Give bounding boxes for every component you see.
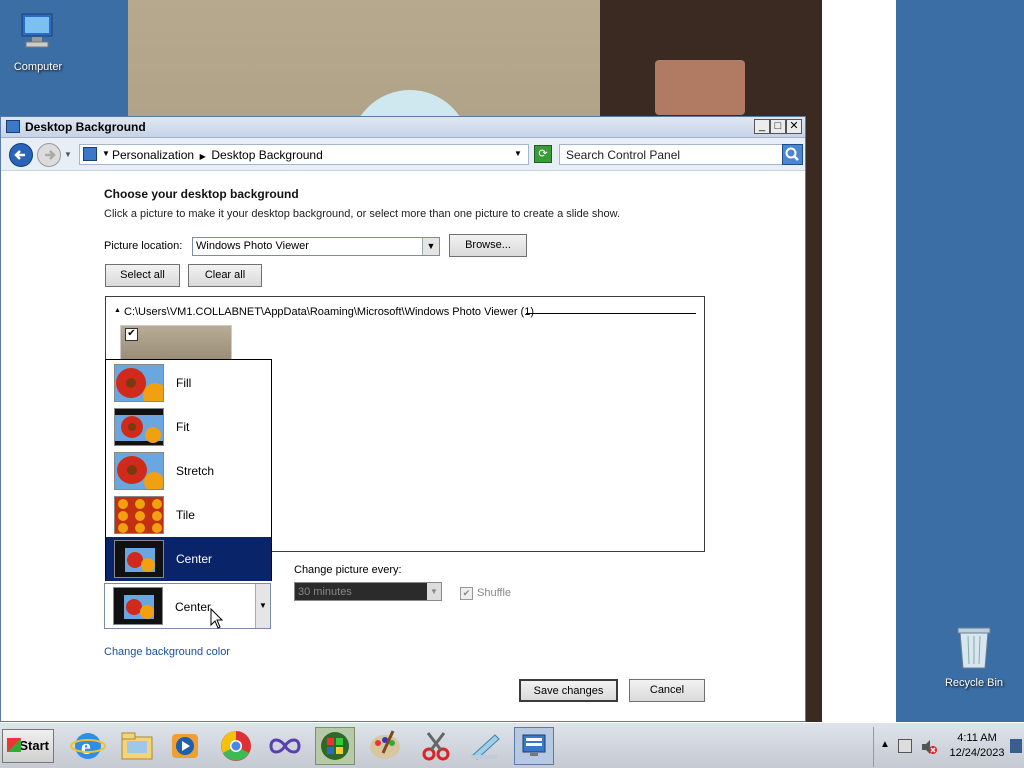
position-option-center[interactable]: Center <box>106 537 271 581</box>
cancel-button[interactable]: Cancel <box>629 679 705 702</box>
network-icon[interactable] <box>898 739 912 753</box>
picture-location-value: Windows Photo Viewer <box>196 240 309 252</box>
forward-button[interactable] <box>37 143 61 167</box>
show-hidden-icons-icon[interactable]: ▲ <box>880 739 890 750</box>
wallpaper-detail <box>655 60 745 115</box>
notification-area: ▲ 4:11 AM 12/24/2023 <box>873 727 1024 767</box>
notepad-icon[interactable] <box>465 727 505 765</box>
position-option-label: Center <box>176 552 213 566</box>
chevron-down-icon[interactable]: ▼ <box>255 584 270 628</box>
title-bar[interactable]: Desktop Background _ □ ✕ <box>1 117 805 138</box>
folder-path: C:\Users\VM1.COLLABNET\AppData\Roaming\M… <box>124 306 540 318</box>
recent-pages-chevron-icon[interactable]: ▼ <box>64 150 72 159</box>
picture-position-select[interactable]: Center ▼ <box>104 583 271 629</box>
desktop-icon-computer[interactable]: Computer <box>3 10 73 73</box>
wallpaper-strip <box>822 0 896 722</box>
control-panel-icon <box>83 147 97 161</box>
mouse-cursor-icon <box>210 607 224 633</box>
center-preview-icon <box>114 540 164 578</box>
media-player-icon[interactable] <box>165 727 205 765</box>
start-label: Start <box>19 738 49 753</box>
navigation-bar: ▼ ▼ Personalization ▶ Desktop Background… <box>1 138 805 171</box>
forward-arrow-icon <box>45 150 56 160</box>
picture-position-value: Center <box>175 600 212 614</box>
position-option-label: Fit <box>176 420 190 434</box>
paint-icon[interactable] <box>365 727 405 765</box>
close-button[interactable]: ✕ <box>786 119 802 134</box>
volume-muted-icon[interactable] <box>920 738 938 759</box>
breadcrumb-item-personalization[interactable]: Personalization <box>112 148 194 162</box>
page-title: Choose your desktop background <box>104 187 299 201</box>
recycle-bin-icon <box>939 624 1009 673</box>
search-icon <box>785 147 799 161</box>
stretch-preview-icon <box>114 452 164 490</box>
window-title: Desktop Background <box>25 120 146 134</box>
address-bar[interactable]: ▼ Personalization ▶ Desktop Background ▼ <box>79 144 529 165</box>
tile-preview-icon <box>114 496 164 534</box>
address-dropdown-icon[interactable]: ▼ <box>514 149 522 158</box>
picture-position-dropdown: Fill Fit Stretch Tile Center <box>105 359 272 581</box>
breadcrumb: Personalization ▶ Desktop Background <box>112 148 323 162</box>
search-button[interactable] <box>782 144 803 165</box>
picture-location-label: Picture location: <box>104 240 183 252</box>
windows-icon[interactable] <box>315 727 355 765</box>
breadcrumb-separator-icon[interactable]: ▶ <box>197 152 208 161</box>
position-option-fit[interactable]: Fit <box>106 405 271 449</box>
change-picture-value: 30 minutes <box>298 586 352 598</box>
folder-divider <box>526 313 696 314</box>
picture-location-select[interactable]: Windows Photo Viewer ▼ <box>192 237 440 256</box>
change-picture-label: Change picture every: <box>294 564 402 576</box>
internet-explorer-icon[interactable]: e <box>68 727 108 765</box>
desktop-icon-label: Recycle Bin <box>944 677 1004 689</box>
minimize-button[interactable]: _ <box>754 119 770 134</box>
save-changes-button[interactable]: Save changes <box>519 679 618 702</box>
back-button[interactable] <box>9 143 33 167</box>
position-option-label: Tile <box>176 508 195 522</box>
change-background-color-link[interactable]: Change background color <box>104 646 230 658</box>
position-option-stretch[interactable]: Stretch <box>106 449 271 493</box>
show-desktop-button[interactable] <box>1010 739 1022 753</box>
position-option-tile[interactable]: Tile <box>106 493 271 537</box>
back-arrow-icon <box>14 150 25 160</box>
fit-preview-icon <box>114 408 164 446</box>
collapse-icon[interactable]: ▲ <box>114 307 121 314</box>
svg-text:e: e <box>81 734 91 759</box>
breadcrumb-chevron-icon[interactable]: ▼ <box>102 149 110 158</box>
refresh-icon[interactable]: ⟳ <box>534 145 552 163</box>
clock-time[interactable]: 4:11 AM <box>946 732 1008 744</box>
fill-preview-icon <box>114 364 164 402</box>
computer-icon <box>3 10 73 57</box>
shuffle-checkbox[interactable]: ✔ <box>460 587 473 600</box>
thumbnail-checkbox[interactable]: ✔ <box>125 328 138 341</box>
position-option-label: Stretch <box>176 464 215 478</box>
center-preview-icon <box>113 587 163 625</box>
desktop-icon-label: Computer <box>13 61 63 73</box>
page-description: Click a picture to make it your desktop … <box>104 208 621 220</box>
control-panel-icon <box>6 120 20 133</box>
chrome-icon[interactable] <box>216 727 256 765</box>
clear-all-button[interactable]: Clear all <box>188 264 262 287</box>
select-all-button[interactable]: Select all <box>105 264 180 287</box>
search-input[interactable]: Search Control Panel <box>559 144 783 165</box>
windows-explorer-icon[interactable] <box>117 727 157 765</box>
clock-date[interactable]: 12/24/2023 <box>946 747 1008 759</box>
chevron-down-icon[interactable]: ▼ <box>427 583 441 600</box>
search-placeholder: Search Control Panel <box>566 148 681 162</box>
taskbar: Start e ▲ 4:11 AM 12/24/2023 <box>0 722 1024 768</box>
start-button[interactable]: Start <box>2 729 54 763</box>
browse-button[interactable]: Browse... <box>449 234 527 257</box>
shuffle-label: Shuffle <box>477 587 512 599</box>
change-picture-select[interactable]: 30 minutes ▼ <box>294 582 442 601</box>
infinity-icon[interactable] <box>265 727 305 765</box>
chevron-down-icon[interactable]: ▼ <box>422 238 439 255</box>
position-option-fill[interactable]: Fill <box>106 361 271 405</box>
control-panel-icon[interactable] <box>514 727 554 765</box>
snipping-tool-icon[interactable] <box>416 727 456 765</box>
maximize-button[interactable]: □ <box>770 119 786 134</box>
desktop-icon-recycle-bin[interactable]: Recycle Bin <box>939 624 1009 689</box>
breadcrumb-item-desktop-background[interactable]: Desktop Background <box>211 148 322 162</box>
position-option-label: Fill <box>176 376 192 390</box>
windows-logo-icon <box>7 738 21 752</box>
